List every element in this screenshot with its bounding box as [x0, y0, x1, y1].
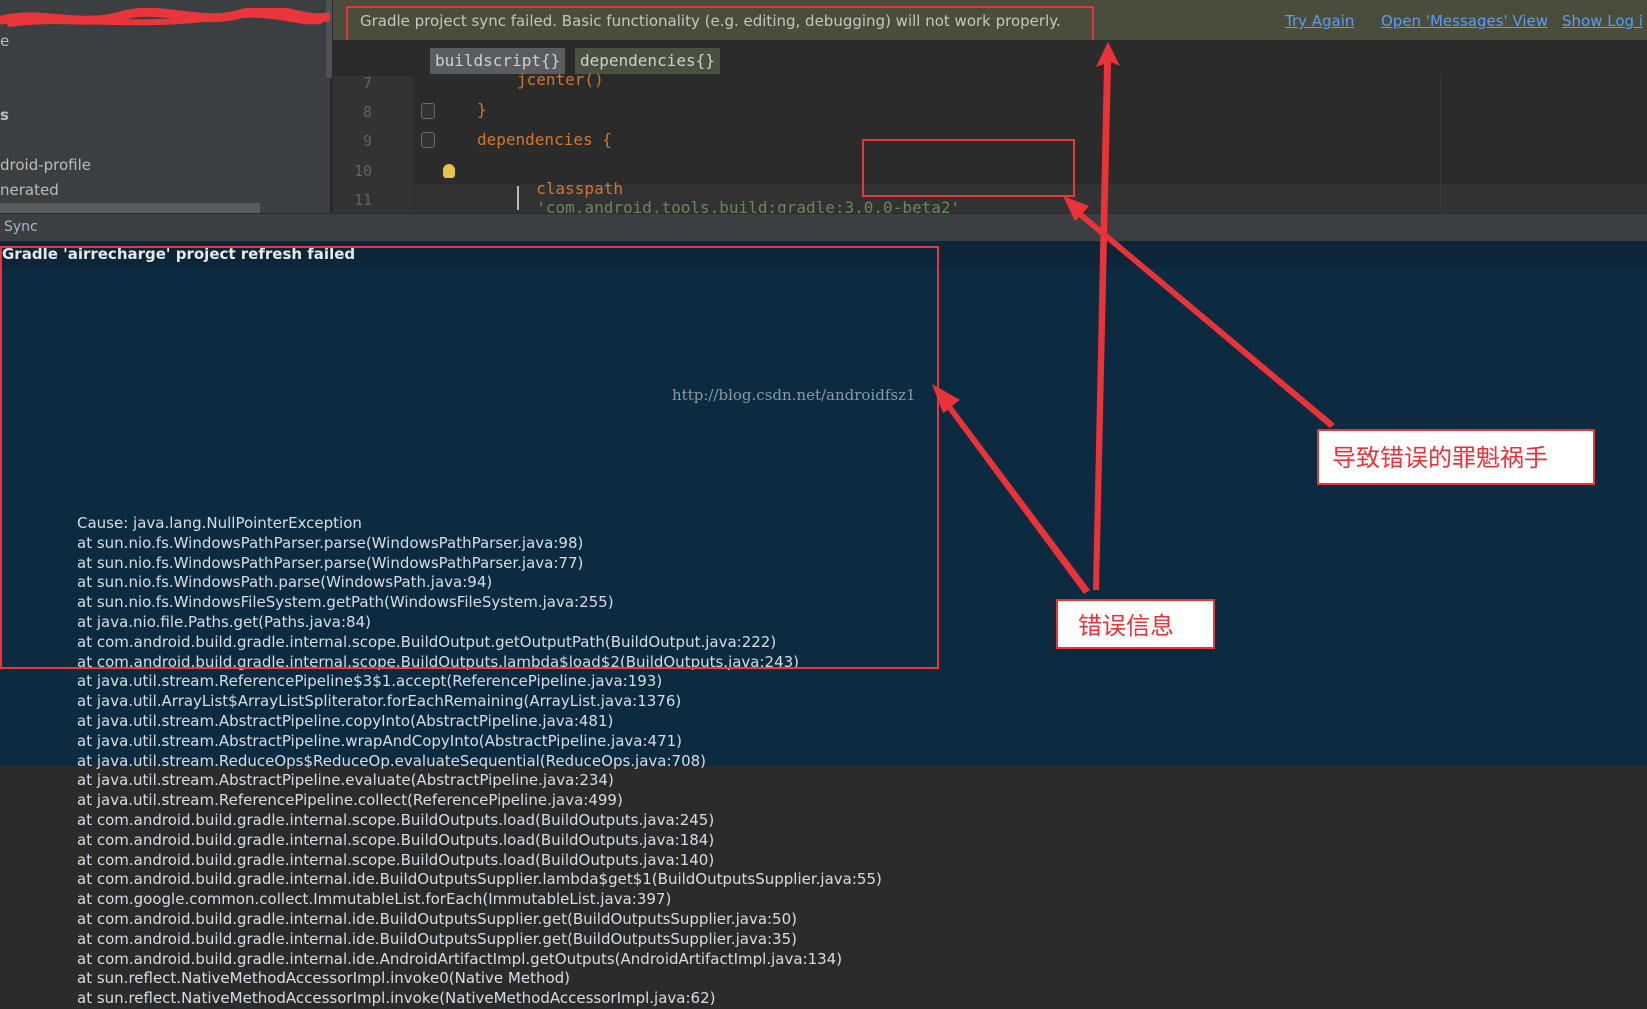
stack-trace-line: at sun.reflect.NativeMethodAccessorImpl.…	[77, 989, 716, 1008]
stack-trace-line: at com.android.build.gradle.internal.ide…	[77, 870, 882, 889]
annotation-arrows	[932, 42, 1335, 594]
stack-trace-line: at com.google.common.collect.ImmutableLi…	[77, 890, 672, 909]
stack-trace-line: at com.android.build.gradle.internal.ide…	[77, 929, 797, 948]
stack-trace-line: at sun.reflect.NativeMethodAccessorImpl.…	[77, 969, 571, 988]
stack-trace-line: at com.android.build.gradle.internal.ide…	[77, 949, 843, 968]
arrow-to-banner	[1093, 42, 1120, 590]
stack-trace-line: at com.android.build.gradle.internal.sco…	[77, 810, 715, 829]
stack-trace-line: at com.android.build.gradle.internal.sco…	[77, 850, 715, 869]
arrow-to-trace	[932, 384, 1090, 594]
stack-trace-line: at com.android.build.gradle.internal.sco…	[77, 830, 715, 849]
stack-trace-line: at java.util.stream.AbstractPipeline.eva…	[77, 771, 614, 790]
stack-trace-line: at com.android.build.gradle.internal.ide…	[77, 909, 797, 928]
stack-trace-line: at java.util.stream.ReferencePipeline.co…	[77, 791, 623, 810]
